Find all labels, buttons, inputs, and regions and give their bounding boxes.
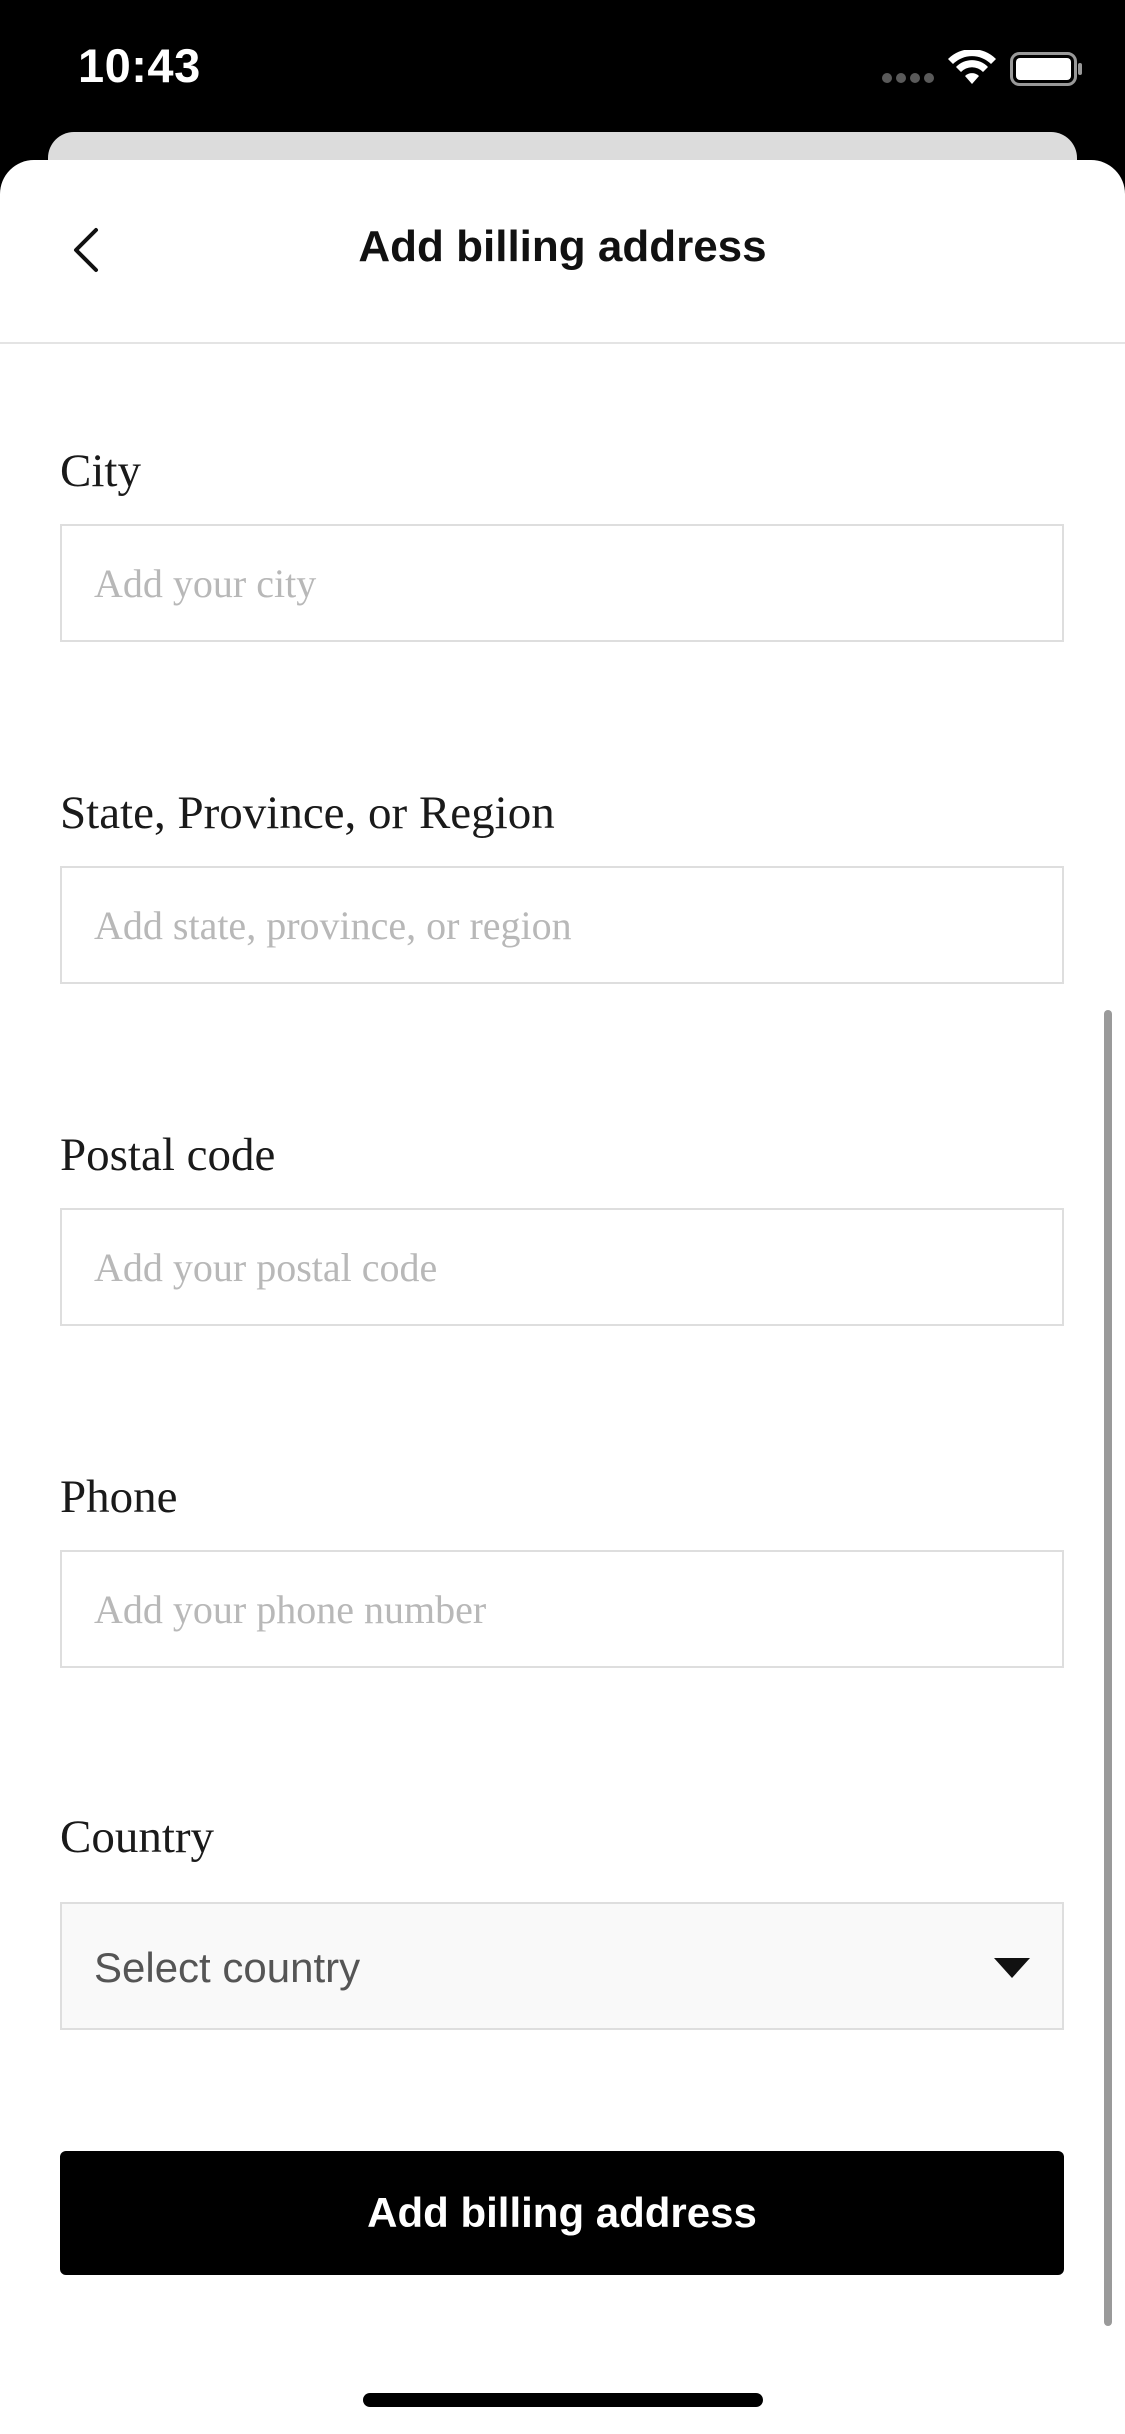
wifi-icon (948, 50, 996, 84)
phone-input[interactable] (60, 1550, 1064, 1668)
status-time: 10:43 (78, 39, 201, 92)
scrollbar[interactable] (1104, 1010, 1112, 2326)
cellular-signal-icon (882, 73, 936, 83)
caret-down-icon (994, 1958, 1030, 1978)
status-bar: 10:43 (0, 0, 1125, 150)
city-input[interactable] (60, 524, 1064, 642)
country-select[interactable]: Select country (60, 1902, 1064, 2030)
phone-label: Phone (60, 1471, 178, 1523)
billing-address-sheet: Add billing address City State, Province… (0, 160, 1125, 2434)
city-label: City (60, 445, 141, 497)
nav-header: Add billing address (0, 160, 1125, 344)
add-billing-address-button[interactable]: Add billing address (60, 2151, 1064, 2275)
battery-icon (1010, 52, 1082, 86)
state-input[interactable] (60, 866, 1064, 984)
postal-code-label: Postal code (60, 1129, 276, 1181)
country-select-value: Select country (94, 1944, 361, 1991)
state-label: State, Province, or Region (60, 787, 555, 839)
postal-code-input[interactable] (60, 1208, 1064, 1326)
country-label: Country (60, 1811, 215, 1863)
home-indicator (363, 2393, 763, 2407)
page-title: Add billing address (358, 222, 767, 271)
